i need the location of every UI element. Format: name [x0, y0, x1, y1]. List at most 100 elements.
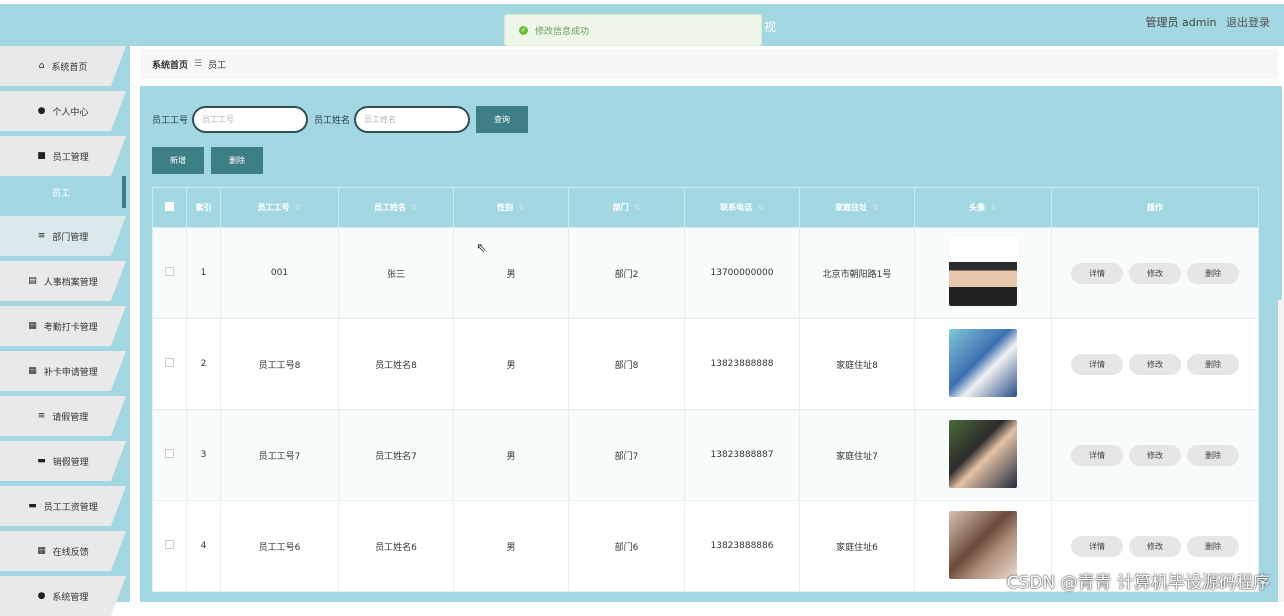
column-header[interactable]: 联系电话⇅	[685, 188, 800, 228]
sidebar: ⌂系统首页●个人中心■员工管理员工≡部门管理▤人事档案管理▦考勤打卡管理▦补卡申…	[0, 46, 130, 602]
gender-cell: 男	[454, 228, 569, 319]
column-header[interactable]: 性别⇅	[454, 188, 569, 228]
sort-icon[interactable]: ⇅	[411, 203, 418, 212]
column-header[interactable]: 员工姓名⇅	[339, 188, 454, 228]
row-checkbox[interactable]	[165, 267, 174, 276]
checkbox[interactable]	[153, 410, 187, 501]
sidebar-item[interactable]: ■ 员工管理	[0, 136, 126, 176]
query-button[interactable]: 查询	[476, 106, 528, 133]
avatar-cell	[915, 410, 1052, 501]
phone-cell: 13823888888	[685, 319, 800, 410]
briefcase-icon: ■	[37, 151, 46, 161]
department-cell: 部门7	[569, 410, 685, 501]
scrollbar-track[interactable]	[1278, 300, 1284, 602]
address-cell: 家庭住址8	[800, 319, 915, 410]
table-row: 2员工工号8员工姓名8男部门813823888888家庭住址8详情修改删除	[153, 319, 1259, 410]
detail-button[interactable]: 详情	[1071, 354, 1123, 375]
checkbox[interactable]	[153, 319, 187, 410]
success-toast: ✓ 修改信息成功	[504, 14, 762, 46]
employee-table: 索引 员工工号⇅ 员工姓名⇅ 性别⇅ 部门⇅ 联系电话⇅ 家庭住址⇅ 头像⇅ 操…	[152, 187, 1259, 592]
phone-cell: 13700000000	[685, 228, 800, 319]
row-checkbox[interactable]	[165, 540, 174, 549]
checkbox[interactable]	[153, 501, 187, 592]
sidebar-item-label: 考勤打卡管理	[44, 320, 98, 333]
employee-name-cell: 张三	[339, 228, 454, 319]
delete-row-button[interactable]: 删除	[1187, 536, 1239, 557]
sidebar-item[interactable]: 员工	[0, 176, 126, 208]
sort-icon[interactable]: ⇅	[518, 203, 525, 212]
breadcrumb: 系统首页 ☰ 员工	[140, 49, 1278, 79]
address-cell: 家庭住址7	[800, 410, 915, 501]
row-checkbox[interactable]	[165, 358, 174, 367]
sidebar-item[interactable]: ≡请假管理	[0, 396, 126, 436]
sidebar-item[interactable]: ≡部门管理	[0, 216, 126, 256]
edit-button[interactable]: 修改	[1129, 263, 1181, 284]
grid-icon: ▦	[28, 366, 37, 376]
sidebar-item-label: 请假管理	[52, 410, 88, 423]
user-area: 管理员 admin 退出登录	[1140, 14, 1270, 30]
detail-button[interactable]: 详情	[1071, 445, 1123, 466]
sidebar-item[interactable]: ▦补卡申请管理	[0, 351, 126, 391]
avatar	[949, 238, 1017, 306]
sidebar-item[interactable]: ▤人事档案管理	[0, 261, 126, 301]
sort-icon[interactable]: ⇅	[872, 203, 879, 212]
mouse-cursor-icon: ⇖	[476, 241, 487, 256]
index-cell: 3	[187, 410, 221, 501]
column-header[interactable]: 家庭住址⇅	[800, 188, 915, 228]
select-all-checkbox[interactable]	[153, 188, 187, 228]
sidebar-item-label: 员工管理	[53, 150, 89, 163]
logout-link[interactable]: 退出登录	[1226, 16, 1270, 29]
column-header: 索引	[187, 188, 221, 228]
department-cell: 部门8	[569, 319, 685, 410]
employee-id-cell: 员工工号8	[221, 319, 339, 410]
employee-name-input[interactable]: 员工姓名	[354, 106, 470, 133]
checkbox[interactable]	[153, 228, 187, 319]
delete-row-button[interactable]: 删除	[1187, 354, 1239, 375]
department-cell: 部门6	[569, 501, 685, 592]
breadcrumb-current: 员工	[208, 58, 226, 71]
sidebar-item[interactable]: ●个人中心	[0, 91, 126, 131]
sidebar-item[interactable]: ▦考勤打卡管理	[0, 306, 126, 346]
sidebar-item[interactable]: ▬员工工资管理	[0, 486, 126, 526]
index-cell: 4	[187, 501, 221, 592]
sidebar-item[interactable]: ▦在线反馈	[0, 531, 126, 571]
address-cell: 北京市朝阳路1号	[800, 228, 915, 319]
sort-icon[interactable]: ⇅	[990, 203, 997, 212]
employee-name-cell: 员工姓名7	[339, 410, 454, 501]
add-button[interactable]: 新增	[152, 147, 204, 174]
detail-button[interactable]: 详情	[1071, 263, 1123, 284]
grid-icon: ▦	[37, 546, 46, 556]
index-cell: 1	[187, 228, 221, 319]
column-header[interactable]: 头像⇅	[915, 188, 1052, 228]
employee-id-label: 员工工号	[152, 113, 188, 126]
sort-icon[interactable]: ⇅	[757, 203, 764, 212]
edit-button[interactable]: 修改	[1129, 445, 1181, 466]
table-row: 1001张三男部门213700000000北京市朝阳路1号详情修改删除	[153, 228, 1259, 319]
delete-row-button[interactable]: 删除	[1187, 263, 1239, 284]
main-content: 员工工号 员工工号 员工姓名 员工姓名 查询 新增 删除 索引 员工工号⇅ 员工…	[140, 86, 1282, 602]
sidebar-item[interactable]: ▬销假管理	[0, 441, 126, 481]
edit-button[interactable]: 修改	[1129, 354, 1181, 375]
sidebar-item-label: 部门管理	[52, 230, 88, 243]
delete-row-button[interactable]: 删除	[1187, 445, 1239, 466]
user-label: 管理员 admin	[1146, 16, 1217, 29]
delete-button[interactable]: 删除	[211, 147, 263, 174]
phone-cell: 13823888887	[685, 410, 800, 501]
sort-icon[interactable]: ⇅	[295, 203, 302, 212]
column-header[interactable]: 部门⇅	[569, 188, 685, 228]
detail-button[interactable]: 详情	[1071, 536, 1123, 557]
watermark: CSDN @青青 计算机毕设源码程序	[1007, 568, 1270, 593]
column-header: 操作	[1052, 188, 1259, 228]
edit-button[interactable]: 修改	[1129, 536, 1181, 557]
employee-id-input[interactable]: 员工工号	[192, 106, 308, 133]
row-checkbox[interactable]	[165, 449, 174, 458]
home-icon: ⌂	[39, 61, 45, 71]
sidebar-item[interactable]: ⌂系统首页	[0, 46, 126, 86]
actions-cell: 详情修改删除	[1052, 228, 1259, 319]
column-header[interactable]: 员工工号⇅	[221, 188, 339, 228]
sort-icon[interactable]: ⇅	[634, 203, 641, 212]
breadcrumb-home[interactable]: 系统首页	[152, 58, 188, 71]
phone-cell: 13823888886	[685, 501, 800, 592]
gender-cell: 男	[454, 319, 569, 410]
sidebar-item[interactable]: ●系统管理	[0, 576, 126, 616]
